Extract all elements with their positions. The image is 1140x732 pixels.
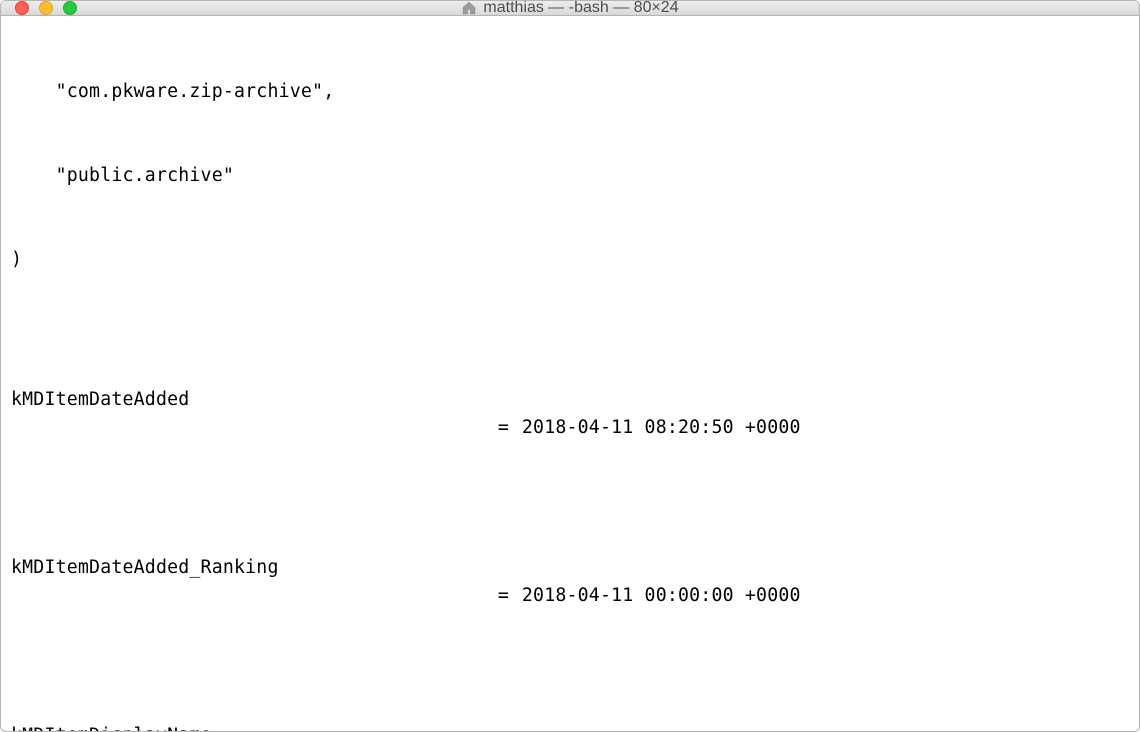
window-title: matthias — -bash — 80×24 (1, 0, 1139, 17)
minimize-button[interactable] (39, 1, 53, 15)
terminal-window: matthias — -bash — 80×24 "com.pkware.zip… (0, 0, 1140, 732)
output-line: "com.pkware.zip-archive", (11, 78, 1129, 106)
metadata-key: kMDItemDateAdded_Ranking (11, 554, 431, 638)
output-line: "public.archive" (11, 162, 1129, 190)
metadata-value-text: 2018-04-11 00:00:00 +0000 (522, 585, 801, 606)
metadata-row: kMDItemDateAdded_Ranking = 2018-04-11 00… (11, 554, 1129, 638)
terminal-content[interactable]: "com.pkware.zip-archive", "public.archiv… (1, 16, 1139, 732)
metadata-row: kMDItemDisplayName = "F.zip" (11, 722, 1129, 732)
metadata-value: = 2018-04-11 08:20:50 +0000 (431, 386, 1129, 470)
metadata-key: kMDItemDateAdded (11, 386, 431, 470)
equals-sign: = (498, 582, 522, 610)
close-button[interactable] (15, 1, 29, 15)
zoom-button[interactable] (63, 1, 77, 15)
equals-sign: = (498, 414, 522, 442)
metadata-value: = "F.zip" (431, 722, 1129, 732)
output-line: ) (11, 246, 1129, 274)
window-title-text: matthias — -bash — 80×24 (483, 0, 678, 17)
home-icon (461, 0, 477, 16)
window-titlebar: matthias — -bash — 80×24 (1, 1, 1139, 16)
metadata-value-text: 2018-04-11 08:20:50 +0000 (522, 417, 801, 438)
metadata-value: = 2018-04-11 00:00:00 +0000 (431, 554, 1129, 638)
metadata-row: kMDItemDateAdded = 2018-04-11 08:20:50 +… (11, 386, 1129, 470)
metadata-key: kMDItemDisplayName (11, 722, 431, 732)
traffic-lights (1, 1, 77, 15)
